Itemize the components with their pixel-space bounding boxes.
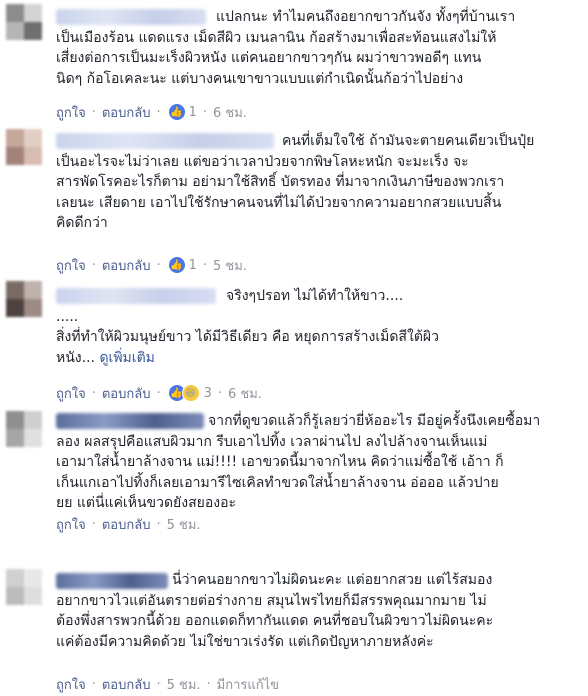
like-button[interactable]: ถูกใจ: [56, 102, 86, 123]
comment-text: คนที่เต็มใจใช้ ถ้ามันจะตายคนเดียวเป็นปุ๋…: [56, 131, 584, 234]
avatar[interactable]: [6, 4, 42, 40]
avatar[interactable]: [6, 129, 42, 165]
comment-text: แปลกนะ ทำไมคนถึงอยากขาวกันจัง ทั้งๆที่บ้…: [56, 7, 584, 89]
comment-time[interactable]: 5 ชม.: [167, 674, 201, 695]
thumbs-up-icon: 👍: [168, 257, 185, 273]
comment-time[interactable]: 5 ชม.: [167, 514, 201, 535]
avatar[interactable]: [6, 411, 42, 447]
comment-body: เป็นอะไรจะไม่ว่าเลย แต่ขอว่าเวลาป่วยจากพ…: [56, 153, 505, 232]
comment-text: จากที่ดูขวดแล้วก็รู้เลยว่ายี่ห้ออะไร มีอ…: [56, 411, 584, 514]
reactions[interactable]: 👍 1: [168, 257, 197, 273]
see-more-link[interactable]: ดูเพิ่มเติม: [99, 350, 154, 366]
laughing-emoji-icon: 😆: [181, 384, 200, 402]
comment-time[interactable]: 6 ชม.: [213, 102, 247, 123]
comment-time[interactable]: 6 ชม.: [228, 383, 262, 404]
avatar[interactable]: [6, 569, 42, 605]
comment-body: อยากขาวไวแต่อันตรายต่อร่างกาย สมุนไพรไทย…: [56, 592, 494, 650]
comment-actions: ถูกใจ · ตอบกลับ · 👍 😆 3 · 6 ชม.: [56, 383, 262, 403]
like-button[interactable]: ถูกใจ: [56, 255, 86, 276]
like-button[interactable]: ถูกใจ: [56, 674, 86, 695]
comment-first-line: จากที่ดูขวดแล้วก็รู้เลยว่ายี่ห้ออะไร มีอ…: [208, 413, 541, 429]
comment-first-line: คนที่เต็มใจใช้ ถ้ามันจะตายคนเดียวเป็นปุ๋…: [282, 133, 535, 149]
comment-body: เป็นเมืองร้อน แดดแรง เม็ดสีผิว เมนลานิน …: [56, 29, 497, 87]
avatar[interactable]: [6, 281, 42, 317]
comment-time[interactable]: 5 ชม.: [213, 255, 247, 276]
comment-actions: ถูกใจ · ตอบกลับ · 5 ชม. · มีการแก้ไข: [56, 674, 279, 694]
comment-actions: ถูกใจ · ตอบกลับ · 👍 1 · 5 ชม.: [56, 255, 247, 275]
like-button[interactable]: ถูกใจ: [56, 383, 86, 404]
reactions[interactable]: 👍 😆 3: [168, 384, 212, 402]
comment-text: นี่ว่าคนอยากขาวไม่ผิดนะคะ แต่อยากสวย แต่…: [56, 570, 584, 652]
comment-first-line: แปลกนะ ทำไมคนถึงอยากขาวกันจัง ทั้งๆที่บ้…: [216, 9, 516, 25]
edited-label[interactable]: มีการแก้ไข: [217, 674, 279, 695]
comment-body: ลอง ผลสรุปคือแสบผิวมาก รีบเอาไปทิ้ง เวลา…: [56, 433, 504, 512]
reply-button[interactable]: ตอบกลับ: [102, 383, 151, 404]
comment-first-line: นี่ว่าคนอยากขาวไม่ผิดนะคะ แต่อยากสวย แต่…: [172, 572, 493, 588]
comment-first-line: จริงๆปรอท ไม่ได้ทำให้ขาว....: [226, 288, 404, 304]
reaction-count: 1: [188, 257, 197, 273]
reply-button[interactable]: ตอบกลับ: [102, 102, 151, 123]
reply-button[interactable]: ตอบกลับ: [102, 674, 151, 695]
reactions[interactable]: 👍 1: [168, 104, 197, 120]
reply-button[interactable]: ตอบกลับ: [102, 514, 151, 535]
like-button[interactable]: ถูกใจ: [56, 514, 86, 535]
reaction-count: 1: [188, 104, 197, 120]
comment-actions: ถูกใจ · ตอบกลับ · 👍 1 · 6 ชม.: [56, 102, 247, 122]
comment-actions: ถูกใจ · ตอบกลับ · 5 ชม.: [56, 514, 201, 534]
reaction-count: 3: [203, 385, 212, 401]
reply-button[interactable]: ตอบกลับ: [102, 255, 151, 276]
comment-text: จริงๆปรอท ไม่ได้ทำให้ขาว.... ..... สิ่งท…: [56, 286, 584, 368]
thumbs-up-icon: 👍: [168, 104, 185, 120]
